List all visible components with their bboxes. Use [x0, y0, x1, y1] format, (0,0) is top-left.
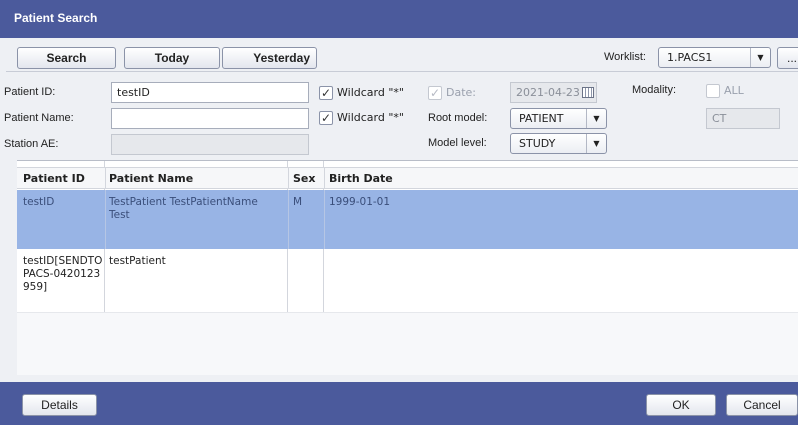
modality-label: Modality: — [632, 84, 677, 96]
toolbar: Search Today Yesterday Worklist: 1.PACS1… — [6, 38, 798, 72]
modality-all-checkbox[interactable] — [706, 84, 720, 98]
today-button[interactable]: Today — [124, 47, 220, 69]
date-checkbox[interactable]: ✓ — [428, 86, 442, 100]
table-row[interactable]: testID TestPatient TestPatientName Test … — [17, 190, 798, 249]
results-table: Patient ID Patient Name Sex Birth Date t… — [17, 160, 798, 375]
patient-id-label: Patient ID: — [4, 86, 56, 98]
table-header: Patient ID Patient Name Sex Birth Date — [17, 167, 798, 189]
station-ae-input — [111, 134, 309, 155]
chevron-down-icon: ▼ — [586, 134, 606, 153]
cell-patient-id: testID[SENDTOPACS-0420123959] — [23, 255, 103, 293]
cancel-button[interactable]: Cancel — [726, 394, 798, 416]
window-title: Patient Search — [14, 11, 98, 25]
model-level-select[interactable]: STUDY ▼ — [510, 133, 607, 154]
patient-search-window: Patient Search Search Today Yesterday Wo… — [0, 0, 798, 425]
wildcard-name-checkbox[interactable]: ✓ — [319, 111, 333, 125]
modality-input: CT — [706, 108, 780, 129]
modality-all-label: ALL — [724, 84, 744, 97]
worklist-select[interactable]: 1.PACS1 ▼ — [658, 47, 771, 68]
header-sex[interactable]: Sex — [293, 172, 315, 185]
header-patient-id[interactable]: Patient ID — [23, 172, 85, 185]
header-birth-date[interactable]: Birth Date — [329, 172, 393, 185]
cell-sex: M — [293, 196, 303, 208]
header-patient-name[interactable]: Patient Name — [109, 172, 193, 185]
table-row[interactable]: testID[SENDTOPACS-0420123959] testPatien… — [17, 249, 798, 313]
wildcard-name-label: Wildcard "*" — [337, 111, 404, 124]
root-model-label: Root model: — [428, 112, 488, 124]
cell-patient-name: testPatient — [109, 255, 166, 267]
patient-name-input[interactable] — [111, 108, 309, 129]
footer-bar: Details OK Cancel — [0, 382, 798, 425]
date-label: Date: — [446, 86, 476, 99]
root-model-select[interactable]: PATIENT ▼ — [510, 108, 607, 129]
patient-name-label: Patient Name: — [4, 112, 74, 124]
worklist-label: Worklist: — [604, 51, 646, 63]
cell-patient-name: TestPatient TestPatientName Test — [109, 196, 258, 221]
cell-birth-date: 1999-01-01 — [329, 196, 391, 208]
model-level-value: STUDY — [519, 137, 556, 150]
root-model-value: PATIENT — [519, 112, 564, 125]
calendar-icon[interactable] — [582, 87, 594, 98]
ok-button[interactable]: OK — [646, 394, 716, 416]
details-button[interactable]: Details — [22, 394, 97, 416]
cell-patient-id: testID — [23, 196, 55, 208]
title-bar: Patient Search — [0, 0, 798, 38]
search-button[interactable]: Search — [17, 47, 116, 69]
model-level-label: Model level: — [428, 137, 487, 149]
worklist-value: 1.PACS1 — [667, 51, 713, 64]
wildcard-id-checkbox[interactable]: ✓ — [319, 86, 333, 100]
chevron-down-icon: ▼ — [750, 48, 770, 67]
station-ae-label: Station AE: — [4, 138, 59, 150]
table-row-empty — [17, 313, 798, 375]
yesterday-button[interactable]: Yesterday — [222, 47, 317, 69]
worklist-more-button[interactable]: ... — [777, 47, 798, 69]
wildcard-id-label: Wildcard "*" — [337, 86, 404, 99]
chevron-down-icon: ▼ — [586, 109, 606, 128]
patient-id-input[interactable]: testID — [111, 82, 309, 103]
